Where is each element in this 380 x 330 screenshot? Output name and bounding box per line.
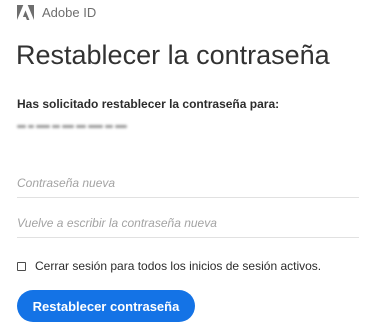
reset-password-button[interactable]: Restablecer contraseña <box>17 290 195 322</box>
masked-email-address <box>17 120 131 132</box>
new-password-input[interactable] <box>17 168 359 198</box>
reset-intro-text: Has solicitado restablecer la contraseña… <box>17 97 280 111</box>
sign-out-all-label[interactable]: Cerrar sesión para todos los inicios de … <box>35 259 321 273</box>
brand-header: Adobe ID <box>17 3 96 21</box>
page-title: Restablecer la contraseña <box>16 40 330 70</box>
sign-out-all-checkbox[interactable] <box>17 261 26 271</box>
adobe-logo-icon <box>17 4 34 20</box>
confirm-password-input[interactable] <box>17 208 359 238</box>
brand-name: Adobe ID <box>42 4 97 20</box>
sign-out-all-option[interactable]: Cerrar sesión para todos los inicios de … <box>17 259 321 273</box>
